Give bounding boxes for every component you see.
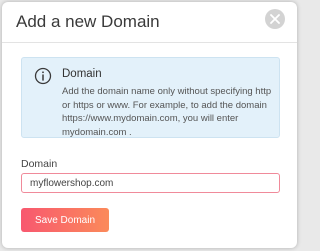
info-icon: [34, 67, 52, 85]
domain-label: Domain: [21, 158, 58, 170]
add-domain-dialog: Add a new Domain Domain Add the domain n…: [2, 2, 297, 248]
info-title: Domain: [62, 68, 102, 80]
info-box: Domain Add the domain name only without …: [21, 57, 280, 138]
dialog-header: Add a new Domain: [2, 2, 297, 43]
close-icon: [270, 14, 280, 24]
domain-input[interactable]: [21, 173, 280, 193]
info-text: Add the domain name only without specify…: [62, 86, 272, 138]
save-domain-button[interactable]: Save Domain: [21, 208, 109, 232]
close-button[interactable]: [265, 9, 285, 29]
dialog-title: Add a new Domain: [16, 12, 160, 31]
